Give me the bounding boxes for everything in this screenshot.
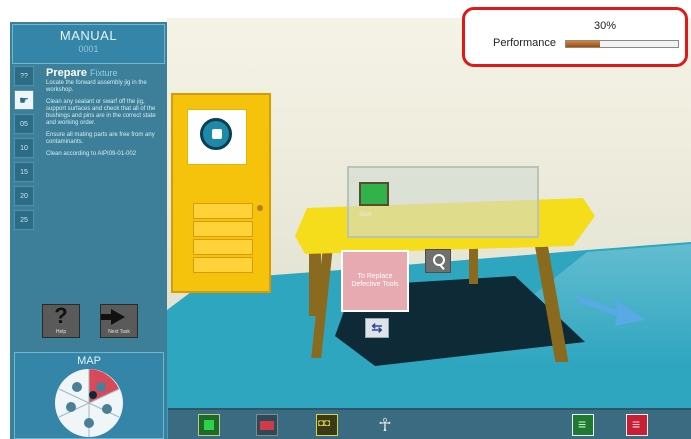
glasses-icon[interactable] [316, 414, 338, 436]
manual-subtitle: 0001 [78, 44, 99, 54]
red-document-icon[interactable] [626, 414, 648, 436]
bottom-toolbar: ☥ [168, 408, 691, 439]
instruction-paragraph: Ensure all mating parts are free from an… [46, 132, 155, 145]
manual-panel: MANUAL 0001 ?? ☛ 05 10 15 20 25 Prepare … [10, 22, 167, 439]
task-title-main: Prepare [46, 67, 87, 79]
performance-bar [565, 40, 679, 48]
step-tab[interactable]: 05 [14, 114, 34, 134]
door-window [187, 109, 247, 165]
manual-title: MANUAL [59, 28, 118, 43]
defective-tools-box[interactable]: To Replace Defective Tools [341, 250, 409, 312]
next-task-button[interactable]: Next Task [100, 304, 138, 338]
map-title: MAP [77, 355, 101, 367]
performance-bar-fill [566, 41, 600, 47]
workshop-door[interactable] [171, 93, 271, 293]
help-label: Help [55, 329, 67, 335]
green-box-icon[interactable] [359, 182, 389, 206]
figure-icon[interactable]: ☥ [374, 414, 396, 436]
door-emblem-icon [200, 118, 232, 150]
magnifier-icon[interactable] [425, 249, 451, 273]
performance-label: Performance [493, 37, 556, 49]
glass-panel[interactable]: Start [347, 166, 539, 238]
box-icon[interactable] [198, 414, 220, 436]
next-task-label: Next Task [108, 329, 130, 335]
performance-panel: 30% Performance [462, 7, 688, 67]
step-tab[interactable]: 15 [14, 162, 34, 182]
3d-viewport[interactable]: Start To Replace Defective Tools ⇆ [167, 18, 691, 439]
swap-icon[interactable]: ⇆ [365, 318, 389, 338]
manual-header: MANUAL 0001 [12, 24, 165, 64]
task-instructions: Prepare Fixture Locate the forward assem… [46, 66, 164, 163]
step-tab[interactable]: 20 [14, 186, 34, 206]
door-knob [257, 205, 263, 211]
glass-label: Start [359, 212, 372, 218]
door-panel [193, 239, 253, 255]
instruction-paragraph: Clean according to AIPI09-01-002 [46, 151, 137, 157]
help-button[interactable]: ? Help [42, 303, 80, 338]
toolcart-icon[interactable] [256, 414, 278, 436]
minimap[interactable]: MAP [14, 352, 164, 439]
task-title-sub: Fixture [90, 68, 118, 78]
step-tab-active-hand-icon[interactable]: ☛ [14, 90, 34, 110]
green-document-icon[interactable] [572, 414, 594, 436]
step-tabs: ?? ☛ 05 10 15 20 25 [14, 66, 38, 234]
instruction-paragraph: Clean any sealant or swarf off the jig, … [46, 99, 156, 126]
door-panel [193, 257, 253, 273]
map-wheel-icon[interactable] [53, 367, 125, 439]
performance-percent: 30% [593, 20, 617, 32]
arrow-right-icon [101, 309, 125, 325]
question-mark-icon: ? [54, 303, 68, 328]
door-panel [193, 221, 253, 237]
door-panel [193, 203, 253, 219]
step-tab[interactable]: 25 [14, 210, 34, 230]
step-tab[interactable]: 10 [14, 138, 34, 158]
step-tab[interactable]: ?? [14, 66, 34, 86]
instruction-paragraph: Locate the forward assembly jig in the w… [46, 80, 147, 93]
task-title: Prepare Fixture [46, 66, 164, 80]
